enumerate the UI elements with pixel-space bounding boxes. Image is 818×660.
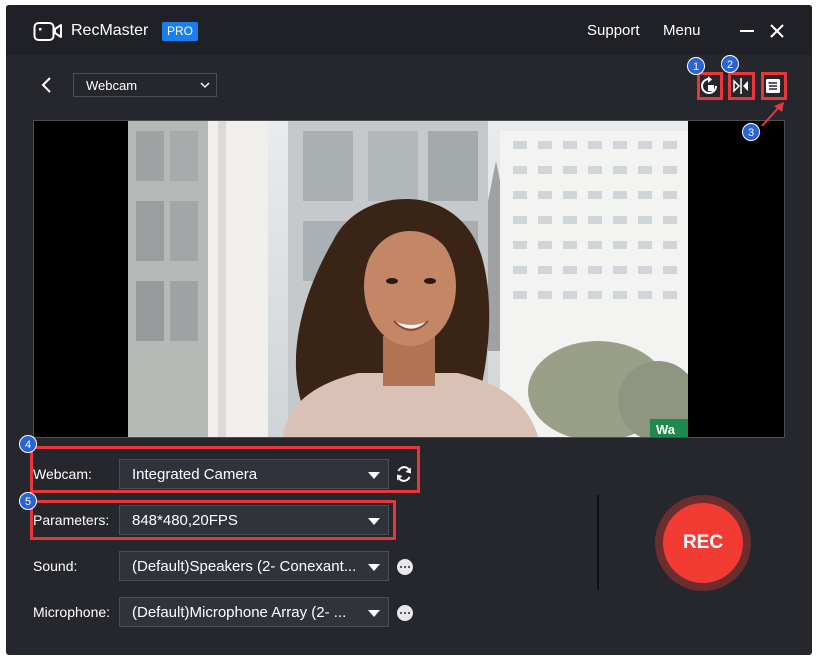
app-window: RecMaster PRO Support Menu Webcam Wa Web… — [6, 5, 812, 655]
highlight-box-5 — [30, 500, 396, 540]
webcam-feed-image: Wa — [128, 121, 688, 437]
annotation-marker-3: 3 — [742, 123, 760, 141]
support-link[interactable]: Support — [587, 22, 640, 39]
title-bar: RecMaster PRO Support Menu — [6, 5, 812, 55]
rec-button[interactable]: REC — [663, 503, 743, 583]
mode-select[interactable]: Webcam — [73, 73, 217, 97]
sound-dropdown[interactable]: (Default)Speakers (2- Conexant... — [119, 551, 389, 581]
annotation-arrow-icon — [761, 102, 784, 127]
chevron-down-icon — [200, 82, 210, 89]
caret-down-icon — [368, 564, 380, 571]
microphone-dropdown-value: (Default)Microphone Array (2- ... — [132, 604, 347, 621]
microphone-dropdown[interactable]: (Default)Microphone Array (2- ... — [119, 597, 389, 627]
sound-label: Sound: — [33, 558, 78, 574]
close-icon[interactable] — [767, 21, 787, 41]
mode-select-value: Webcam — [86, 78, 138, 93]
highlight-box-2 — [728, 72, 755, 100]
vertical-divider — [597, 495, 599, 590]
highlight-box-3 — [761, 72, 787, 100]
sound-more-icon[interactable] — [397, 559, 413, 575]
microphone-more-icon[interactable] — [397, 605, 413, 621]
sound-dropdown-value: (Default)Speakers (2- Conexant... — [132, 558, 357, 575]
highlight-box-4 — [30, 446, 420, 493]
annotation-marker-1: 1 — [687, 57, 705, 75]
annotation-marker-4: 4 — [19, 435, 37, 453]
annotation-marker-2: 2 — [721, 55, 739, 73]
caret-down-icon — [368, 610, 380, 617]
street-sign-text: Wa — [656, 422, 676, 437]
app-name: RecMaster — [71, 22, 149, 39]
highlight-box-1 — [697, 72, 723, 100]
annotation-marker-5: 5 — [19, 492, 37, 510]
camera-logo-icon — [33, 22, 62, 41]
minimize-icon[interactable] — [737, 21, 757, 41]
pro-badge: PRO — [162, 22, 199, 41]
back-arrow-icon[interactable] — [39, 76, 53, 94]
menu-link[interactable]: Menu — [663, 22, 701, 39]
microphone-label: Microphone: — [33, 604, 111, 620]
